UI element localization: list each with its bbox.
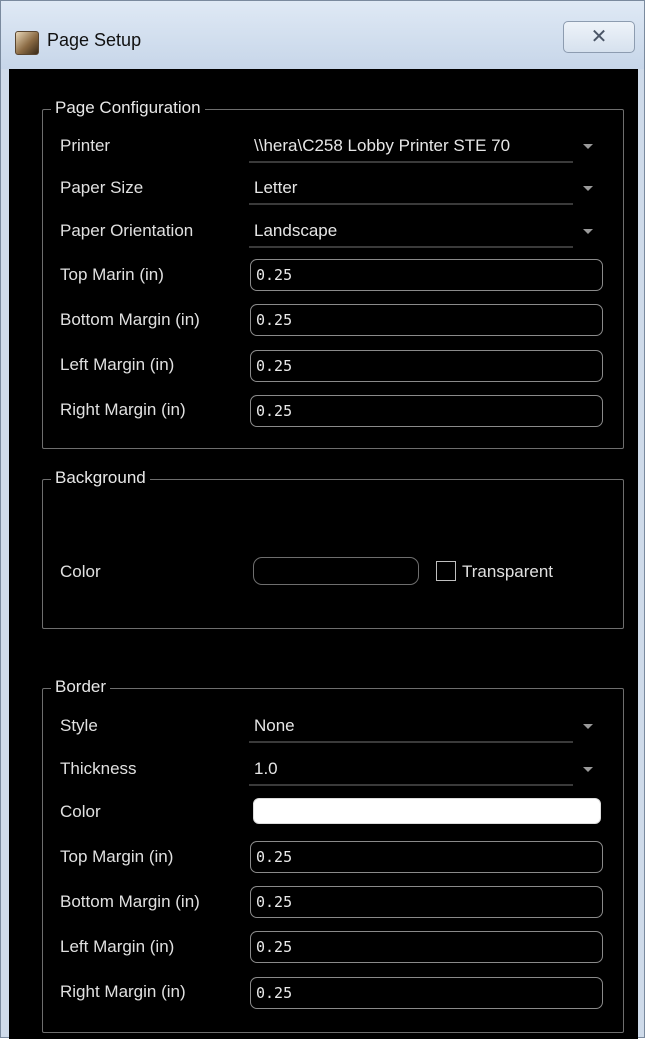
page-setup-window: Page Setup ✕ Page Configuration Printer … xyxy=(0,0,645,1039)
paper-orientation-select[interactable]: Landscape xyxy=(249,220,573,248)
chevron-down-icon[interactable] xyxy=(583,144,593,149)
page-configuration-legend: Page Configuration xyxy=(51,96,205,120)
border-right-margin-label: Right Margin (in) xyxy=(60,982,186,1001)
border-left-margin-label: Left Margin (in) xyxy=(60,937,175,956)
close-button[interactable]: ✕ xyxy=(563,21,635,53)
border-style-select[interactable]: None xyxy=(249,715,573,743)
printer-select[interactable]: \\hera\C258 Lobby Printer STE 70 xyxy=(249,135,573,163)
border-right-margin-input[interactable]: 0.25 xyxy=(250,977,603,1009)
border-thickness-select[interactable]: 1.0 xyxy=(249,758,573,786)
app-icon xyxy=(15,31,39,55)
left-margin-input[interactable]: 0.25 xyxy=(250,350,603,382)
chevron-down-icon[interactable] xyxy=(583,186,593,191)
top-margin-input[interactable]: 0.25 xyxy=(250,259,603,291)
window-title: Page Setup xyxy=(47,30,142,50)
border-color-swatch[interactable] xyxy=(253,798,601,824)
paper-orientation-value: Landscape xyxy=(254,221,338,240)
background-color-swatch[interactable] xyxy=(253,557,419,585)
border-legend: Border xyxy=(51,675,111,699)
border-thickness-label: Thickness xyxy=(60,759,137,778)
paper-orientation-label: Paper Orientation xyxy=(60,221,194,240)
paper-size-label: Paper Size xyxy=(60,178,144,197)
paper-size-value: Letter xyxy=(254,178,298,197)
left-margin-label: Left Margin (in) xyxy=(60,355,175,374)
chevron-down-icon[interactable] xyxy=(583,724,593,729)
bottom-margin-label: Bottom Margin (in) xyxy=(60,310,200,329)
paper-size-select[interactable]: Letter xyxy=(249,177,573,205)
border-top-margin-input[interactable]: 0.25 xyxy=(250,841,603,873)
background-color-label: Color xyxy=(60,562,101,581)
chevron-down-icon[interactable] xyxy=(583,767,593,772)
border-color-label: Color xyxy=(60,802,101,821)
right-margin-label: Right Margin (in) xyxy=(60,400,186,419)
border-style-label: Style xyxy=(60,716,98,735)
transparent-checkbox[interactable] xyxy=(436,561,456,581)
border-top-margin-label: Top Margin (in) xyxy=(60,847,174,866)
printer-value: \\hera\C258 Lobby Printer STE 70 xyxy=(254,136,511,155)
border-left-margin-input[interactable]: 0.25 xyxy=(250,931,603,963)
close-icon: ✕ xyxy=(590,26,608,48)
border-bottom-margin-input[interactable]: 0.25 xyxy=(250,886,603,918)
border-thickness-value: 1.0 xyxy=(254,759,278,778)
title-bar[interactable]: Page Setup ✕ xyxy=(1,1,644,69)
border-bottom-margin-label: Bottom Margin (in) xyxy=(60,892,200,911)
transparent-label[interactable]: Transparent xyxy=(462,561,553,583)
printer-label: Printer xyxy=(60,136,111,155)
dialog-body: Page Configuration Printer \\hera\C258 L… xyxy=(9,69,638,1039)
bottom-margin-input[interactable]: 0.25 xyxy=(250,304,603,336)
background-legend: Background xyxy=(51,466,150,490)
background-group: Background xyxy=(42,466,624,629)
border-style-value: None xyxy=(254,716,295,735)
chevron-down-icon[interactable] xyxy=(583,229,593,234)
top-margin-label: Top Marin (in) xyxy=(60,265,164,284)
right-margin-input[interactable]: 0.25 xyxy=(250,395,603,427)
